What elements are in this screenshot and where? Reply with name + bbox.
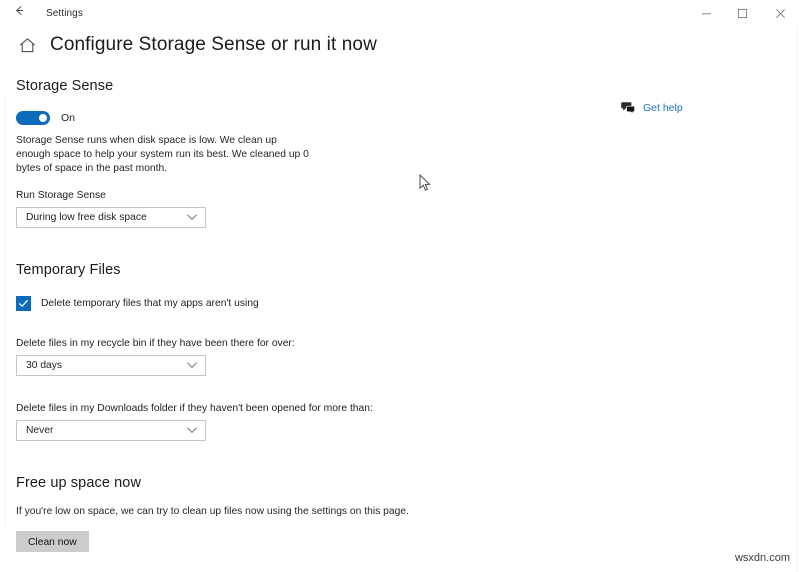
free-up-space-description: If you're low on space, we can try to cl… <box>16 505 409 517</box>
section-title-storage-sense: Storage Sense <box>16 78 114 94</box>
window-title-bar: Settings <box>0 0 800 26</box>
right-divider <box>797 26 798 572</box>
chevron-down-icon <box>187 421 197 439</box>
recycle-bin-label: Delete files in my recycle bin if they h… <box>16 337 295 349</box>
delete-temp-files-row[interactable]: Delete temporary files that my apps aren… <box>16 295 436 311</box>
section-title-free-up-space: Free up space now <box>16 474 142 491</box>
section-title-temporary-files: Temporary Files <box>16 261 121 278</box>
delete-temp-files-checkbox[interactable] <box>16 295 31 311</box>
home-icon[interactable] <box>16 34 38 56</box>
recycle-bin-value: 30 days <box>26 359 63 371</box>
get-help-label: Get help <box>643 102 683 114</box>
run-storage-sense-label: Run Storage Sense <box>16 189 106 201</box>
spacer-check-to-recycle <box>16 311 436 325</box>
recycle-bin-dropdown[interactable]: 30 days <box>16 354 206 376</box>
chevron-down-icon <box>187 356 197 374</box>
settings-page: Configure Storage Sense or run it now Ge… <box>0 26 800 572</box>
close-button[interactable] <box>760 0 800 26</box>
downloads-folder-value: Never <box>26 424 54 436</box>
spacer-temp-to-free <box>16 441 436 475</box>
spacer-recycle-to-downloads <box>16 376 436 390</box>
downloads-folder-label: Delete files in my Downloads folder if t… <box>16 402 373 414</box>
chevron-down-icon <box>187 208 197 226</box>
storage-sense-toggle-label: On <box>61 112 76 124</box>
minimize-icon <box>701 8 712 19</box>
window-title: Settings <box>46 7 83 19</box>
page-header: Configure Storage Sense or run it now <box>16 34 377 56</box>
toggle-knob <box>39 114 47 122</box>
back-button[interactable] <box>4 1 34 25</box>
delete-temp-files-label: Delete temporary files that my apps aren… <box>41 297 259 309</box>
storage-sense-toggle-row: On <box>16 111 436 125</box>
get-help-link[interactable]: Get help <box>620 100 683 116</box>
watermark: wsxdn.com <box>734 552 790 564</box>
clean-now-button[interactable]: Clean now <box>16 530 89 552</box>
chat-bubble-icon <box>620 100 636 116</box>
spacer-storage-to-temp <box>16 228 436 262</box>
run-storage-sense-value: During low free disk space <box>26 211 147 223</box>
maximize-button[interactable] <box>724 0 760 26</box>
storage-sense-toggle[interactable] <box>16 111 50 125</box>
maximize-icon <box>737 8 748 19</box>
settings-content: Storage Sense On Storage Sense runs when… <box>16 78 436 552</box>
minimize-button[interactable] <box>688 0 724 26</box>
close-icon <box>775 8 786 19</box>
downloads-folder-dropdown[interactable]: Never <box>16 419 206 441</box>
left-divider <box>5 96 6 526</box>
page-title: Configure Storage Sense or run it now <box>50 34 377 55</box>
run-storage-sense-dropdown[interactable]: During low free disk space <box>16 206 206 228</box>
storage-sense-description: Storage Sense runs when disk space is lo… <box>16 135 309 175</box>
window-controls <box>688 0 800 26</box>
back-arrow-icon <box>13 4 26 22</box>
